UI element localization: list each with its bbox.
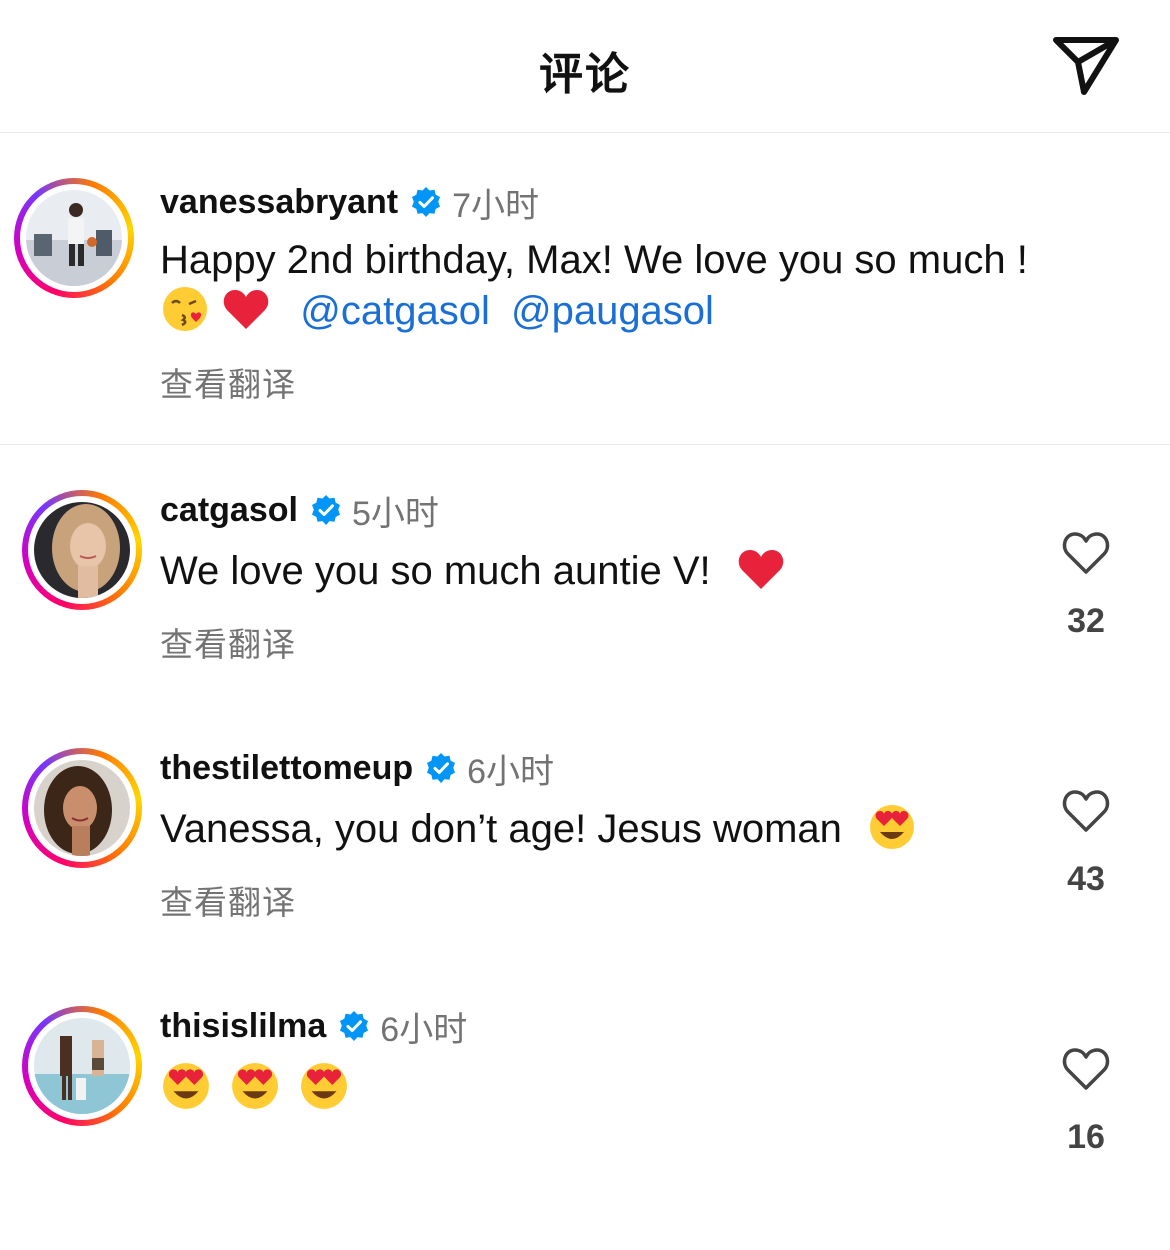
like-control: 43 — [1040, 788, 1132, 899]
kissing-face-emoji — [163, 287, 207, 331]
mention-link[interactable]: @paugasol — [511, 289, 714, 333]
heart-outline-icon[interactable] — [1061, 1046, 1111, 1092]
comment-text-line: Vanessa, you don’t age! Jesus woman — [160, 802, 917, 853]
see-translation-link[interactable]: 查看翻译 — [160, 358, 296, 406]
timestamp: 5小时 — [351, 494, 439, 533]
avatar[interactable] — [14, 178, 134, 298]
verified-badge-icon — [412, 187, 441, 217]
username[interactable]: thestilettomeup — [160, 749, 413, 788]
comment-emoji-line — [160, 1060, 350, 1113]
comment-header: vanessabryant 7小时 — [160, 180, 540, 225]
like-count: 43 — [1067, 860, 1105, 898]
heart-eyes-emoji — [232, 1063, 279, 1109]
verified-badge-icon — [311, 495, 340, 525]
comment-header: thisislilma 6小时 — [160, 1004, 468, 1049]
heart-eyes-emoji — [301, 1063, 348, 1109]
post-caption: vanessabryant 7小时 Happy 2nd birthday, Ma… — [0, 132, 1170, 445]
avatar-photo — [34, 1018, 130, 1114]
see-translation-link[interactable]: 查看翻译 — [160, 618, 296, 666]
username[interactable]: catgasol — [160, 491, 298, 530]
timestamp: 6小时 — [467, 752, 555, 791]
heart-outline-icon[interactable] — [1061, 530, 1111, 576]
verified-badge-icon — [427, 753, 456, 783]
mention-link[interactable]: @catgasol — [300, 289, 490, 333]
avatar-photo — [26, 190, 122, 286]
avatar[interactable] — [22, 748, 142, 868]
comment-text: We love you so much auntie V! — [160, 549, 711, 593]
heart-eyes-emoji — [870, 805, 915, 849]
see-translation-link[interactable]: 查看翻译 — [160, 876, 296, 924]
verified-badge-icon — [340, 1011, 369, 1041]
username[interactable]: thisislilma — [160, 1007, 326, 1046]
page-title: 评论 — [539, 50, 631, 99]
heart-eyes-emoji — [163, 1063, 209, 1109]
red-heart-emoji — [223, 290, 269, 329]
timestamp: 7小时 — [452, 186, 540, 225]
like-control: 32 — [1040, 530, 1132, 641]
avatar-photo — [34, 502, 130, 598]
comment-header: catgasol 5小时 — [160, 488, 439, 533]
username[interactable]: vanessabryant — [160, 183, 398, 222]
red-heart-emoji — [738, 550, 784, 589]
heart-outline-icon[interactable] — [1061, 788, 1111, 834]
like-count: 32 — [1067, 602, 1105, 640]
caption-second-line: @catgasol @paugasol — [160, 284, 714, 335]
caption-text: Happy 2nd birthday, Max! We love you so … — [160, 238, 1028, 282]
header-bar: 评论 — [0, 0, 1170, 133]
comment-text-line: We love you so much auntie V! — [160, 544, 786, 595]
avatar[interactable] — [22, 490, 142, 610]
comment-header: thestilettomeup 6小时 — [160, 746, 555, 791]
timestamp: 6小时 — [380, 1010, 468, 1049]
comment-text: Vanessa, you don’t age! Jesus woman — [160, 807, 842, 851]
like-count: 16 — [1067, 1118, 1105, 1156]
like-control: 16 — [1040, 1046, 1132, 1157]
avatar[interactable] — [22, 1006, 142, 1126]
avatar-photo — [34, 760, 130, 856]
send-icon[interactable] — [1050, 34, 1122, 98]
